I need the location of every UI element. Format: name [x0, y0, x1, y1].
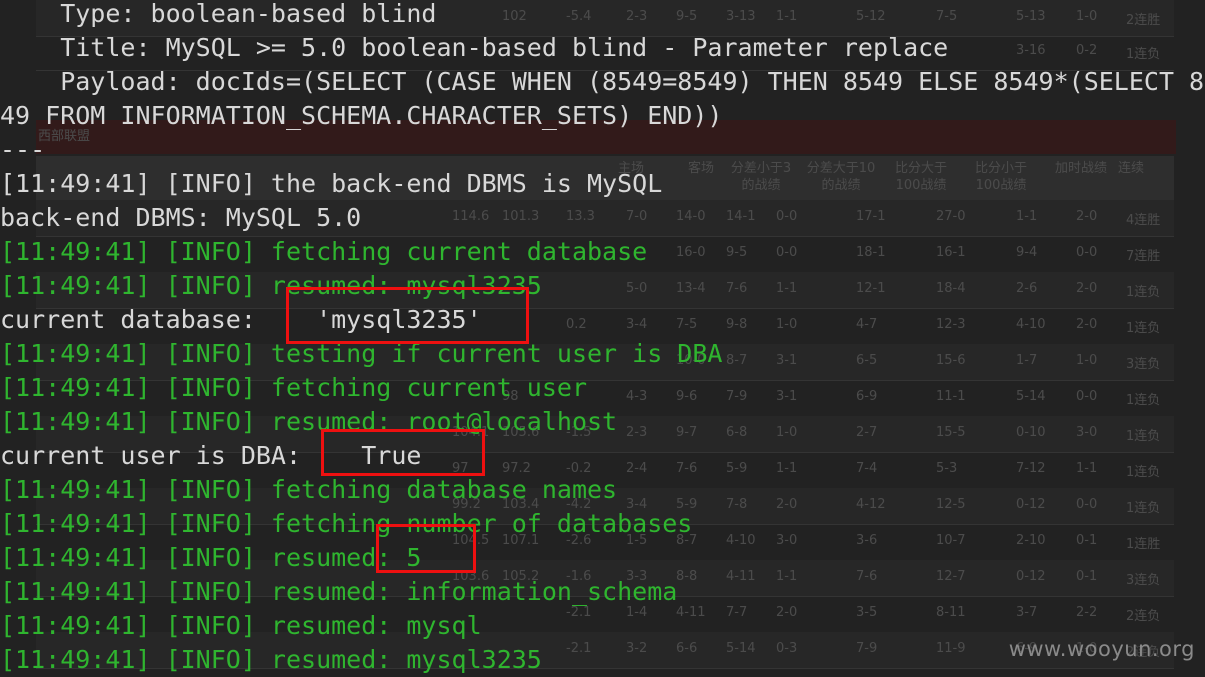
terminal-line: current user is DBA: True: [0, 441, 422, 470]
terminal-line: [11:49:41] [INFO] resumed: mysql3235: [0, 271, 542, 300]
terminal-line: [11:49:41] [INFO] resumed: root@localhos…: [0, 407, 618, 436]
terminal-line: [11:49:41] [INFO] testing if current use…: [0, 339, 723, 368]
terminal-output: Type: boolean-based blind Title: MySQL >…: [0, 0, 1205, 677]
terminal-line: [11:49:41] [INFO] the back-end DBMS is M…: [0, 169, 663, 198]
terminal-line: current database: 'mysql3235': [0, 305, 482, 334]
terminal-line: Payload: docIds=(SELECT (CASE WHEN (8549…: [0, 67, 1205, 96]
terminal-line: [11:49:41] [INFO] resumed: information_s…: [0, 577, 678, 606]
terminal-line: back-end DBMS: MySQL 5.0: [0, 203, 362, 232]
terminal-screenshot: 西部联盟 主场 客场 分差小于3的战绩 分差大于10的战绩 比分大于100战绩 比分小于1…: [0, 0, 1205, 677]
database-count-highlight-box: [376, 524, 476, 573]
terminal-line: [11:49:41] [INFO] fetching current user: [0, 373, 587, 402]
terminal-line: ---: [0, 135, 46, 164]
terminal-line: Type: boolean-based blind: [0, 0, 437, 28]
watermark-text: www.wooyun.org: [1008, 637, 1195, 661]
terminal-line: Title: MySQL >= 5.0 boolean-based blind …: [0, 33, 949, 62]
terminal-line: [11:49:41] [INFO] fetching current datab…: [0, 237, 648, 266]
current-database-highlight-box: [286, 287, 529, 344]
terminal-line: [11:49:41] [INFO] fetching number of dat…: [0, 509, 693, 538]
terminal-line: 49 FROM INFORMATION_SCHEMA.CHARACTER_SET…: [0, 101, 723, 130]
dba-status-highlight-box: [321, 429, 485, 476]
terminal-line: [11:49:41] [INFO] fetching database name…: [0, 475, 618, 504]
terminal-line: [11:49:41] [INFO] resumed: 5: [0, 543, 422, 572]
